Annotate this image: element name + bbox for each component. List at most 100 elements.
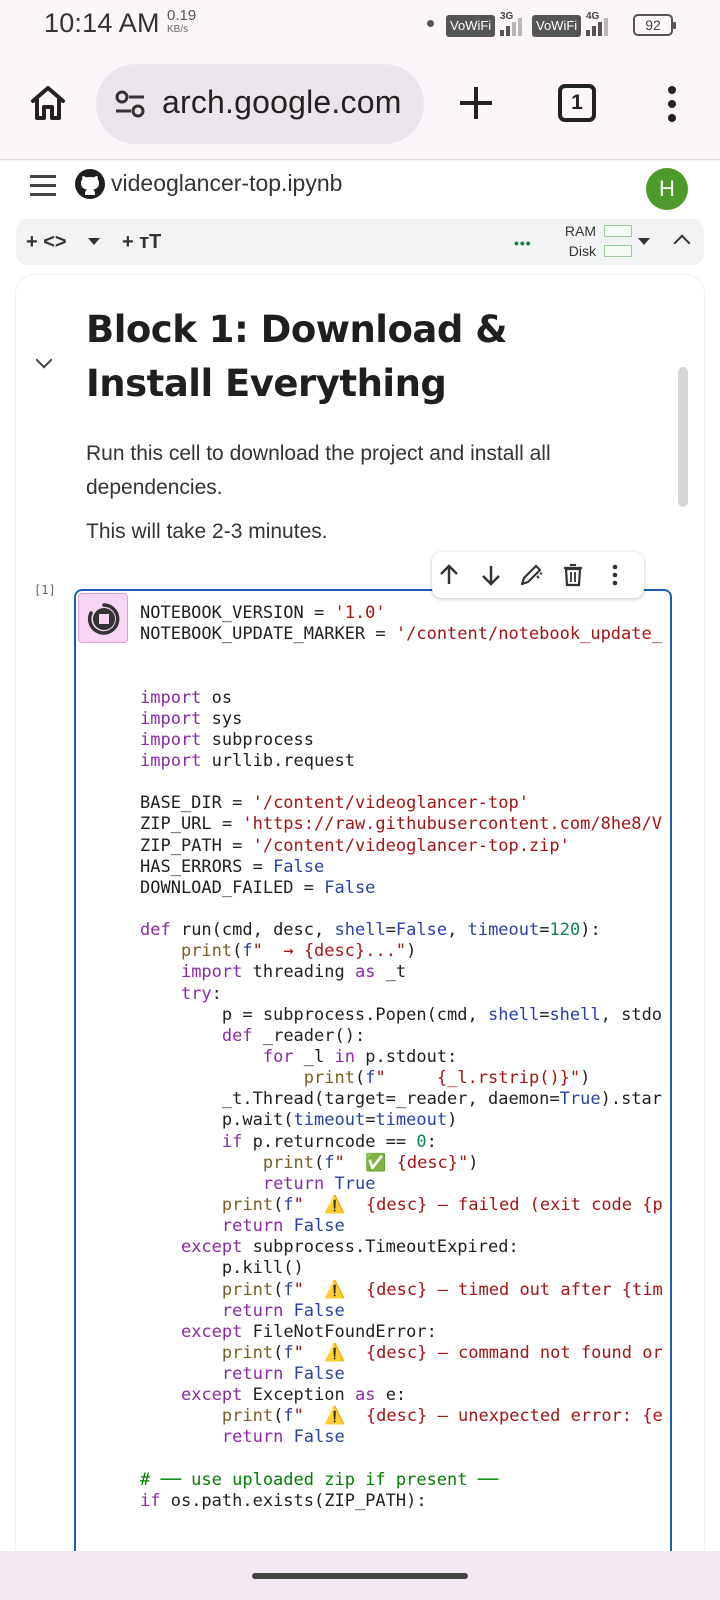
code-line: import subprocess [140, 729, 315, 750]
code-line: import urllib.request [140, 750, 355, 771]
code-line: p = subprocess.Popen(cmd, shell=shell, s… [140, 1004, 663, 1025]
plus-icon [460, 87, 492, 119]
code-line: print(f" ⚠️ {desc} — command not found o… [221, 1342, 663, 1363]
network-speed-value: 0.19 [167, 7, 197, 24]
menu-dot-icon [668, 86, 676, 94]
code-line: if p.returncode == 0: [221, 1131, 437, 1152]
browser-menu-button[interactable] [662, 84, 682, 124]
code-line: import sys [140, 708, 243, 729]
url-text: arch.google.com [162, 84, 402, 120]
code-line: return True [262, 1173, 376, 1194]
tab-switcher-button[interactable]: 1 [558, 84, 596, 122]
add-code-cell-button[interactable]: + <> [26, 219, 67, 265]
home-button[interactable] [28, 83, 68, 123]
menu-dot-icon [668, 100, 676, 108]
code-line: p.kill() [140, 1258, 304, 1279]
stop-icon [87, 603, 120, 635]
add-text-cell-button[interactable]: + тT [122, 219, 161, 265]
hamburger-menu-icon[interactable] [30, 175, 56, 197]
signal-strength-icon [586, 16, 608, 36]
code-line: return False [221, 1300, 345, 1321]
chevron-up-icon[interactable] [673, 234, 691, 252]
execution-count: [1] [34, 583, 56, 597]
code-line: return False [221, 1216, 345, 1237]
code-line: try: [180, 983, 222, 1004]
home-gesture-handle[interactable] [252, 1573, 468, 1579]
code-line: ZIP_PATH = '/content/videoglancer-top.zi… [140, 835, 570, 856]
move-down-icon[interactable] [478, 562, 504, 588]
stop-execution-button[interactable] [78, 593, 128, 643]
address-bar[interactable]: arch.google.com [96, 64, 424, 144]
chevron-down-icon[interactable] [638, 238, 650, 245]
colab-page: videoglancer-top.ipynb H + <> + тT ••• R… [0, 161, 720, 1551]
code-line: except Exception as e: [180, 1385, 407, 1406]
code-line: print(f" ⚠️ {desc} — failed (exit code {… [221, 1194, 663, 1215]
scrollbar-thumb[interactable] [678, 367, 688, 507]
code-line: return False [221, 1364, 345, 1385]
delete-icon[interactable] [560, 562, 586, 588]
section-heading: Block 1: Download & Install Everything [86, 308, 508, 405]
code-line: return False [221, 1427, 345, 1448]
code-line: print(f" {_l.rstrip()}") [303, 1068, 591, 1089]
disk-label: Disk [568, 243, 596, 259]
notification-dot-icon [427, 20, 434, 27]
resource-monitor[interactable]: RAM Disk [550, 221, 596, 261]
code-line: p.wait(timeout=timeout) [140, 1110, 458, 1131]
code-line: def run(cmd, desc, shell=False, timeout=… [140, 920, 601, 941]
code-line: _t.Thread(target=_reader, daemon=True).s… [140, 1089, 663, 1110]
code-line: HAS_ERRORS = False [140, 856, 325, 877]
move-up-icon[interactable] [436, 562, 462, 588]
code-line: import os [140, 687, 233, 708]
browser-toolbar: arch.google.com 1 [0, 54, 720, 160]
code-line: print(f" ⚠️ {desc} — timed out after {ti… [221, 1279, 663, 1300]
code-line: DOWNLOAD_FAILED = False [140, 877, 376, 898]
notebook-toolbar: + <> + тT ••• RAM Disk [16, 219, 704, 265]
battery-icon: 92 [633, 14, 676, 36]
disk-meter [604, 245, 632, 257]
more-options-icon[interactable]: ••• [514, 236, 532, 250]
code-line: ZIP_URL = 'https://raw.githubusercontent… [140, 814, 662, 835]
home-icon [31, 86, 65, 120]
notebook-title[interactable]: videoglancer-top.ipynb [111, 170, 342, 197]
vowifi-badge-1: VoWiFi [446, 15, 496, 37]
code-line: print(f" ⚠️ {desc} — unexpected error: {… [221, 1406, 663, 1427]
site-settings-icon[interactable] [114, 90, 146, 118]
ram-label: RAM [564, 223, 596, 239]
code-line: def _reader(): [221, 1025, 366, 1046]
battery-level: 92 [645, 17, 661, 33]
code-line: NOTEBOOK_UPDATE_MARKER = '/content/noteb… [140, 624, 662, 645]
chevron-down-icon[interactable] [88, 238, 100, 245]
code-line: BASE_DIR = '/content/videoglancer-top' [140, 793, 529, 814]
vowifi-badge-2: VoWiFi [532, 15, 582, 37]
code-line: print(f" → {desc}...") [180, 941, 417, 962]
edit-pencil-icon[interactable] [518, 562, 544, 588]
status-bar: 10:14 AM 0.19 KB/s VoWiFi 3G VoWiFi 4G 9… [0, 0, 720, 54]
user-avatar[interactable]: H [646, 168, 688, 210]
code-line: except FileNotFoundError: [180, 1321, 437, 1342]
code-cell[interactable]: NOTEBOOK_VERSION = '1.0' NOTEBOOK_UPDATE_… [74, 589, 672, 1551]
section-note: This will take 2-3 minutes. [86, 520, 328, 543]
ram-meter [604, 225, 632, 237]
code-line: if os.path.exists(ZIP_PATH): [140, 1490, 427, 1511]
code-line: print(f" ✅ {desc}") [262, 1152, 479, 1173]
code-line: # ── use uploaded zip if present ── [140, 1469, 499, 1490]
code-line: NOTEBOOK_VERSION = '1.0' [140, 603, 386, 623]
section-description: Run this cell to download the project an… [86, 442, 551, 499]
status-time: 10:14 AM [44, 8, 160, 38]
github-icon [75, 169, 105, 199]
code-editor[interactable]: NOTEBOOK_VERSION = '1.0' NOTEBOOK_UPDATE_… [140, 603, 663, 1512]
code-line: import threading as _t [180, 962, 407, 983]
new-tab-button[interactable] [456, 83, 496, 123]
more-vert-icon[interactable] [602, 562, 628, 588]
network-speed: 0.19 KB/s [167, 7, 197, 37]
system-nav-bar [0, 1551, 720, 1600]
code-line: except subprocess.TimeoutExpired: [180, 1237, 519, 1258]
signal-strength-icon [500, 16, 522, 36]
menu-dot-icon [668, 114, 676, 122]
cell-toolbar [432, 552, 644, 598]
